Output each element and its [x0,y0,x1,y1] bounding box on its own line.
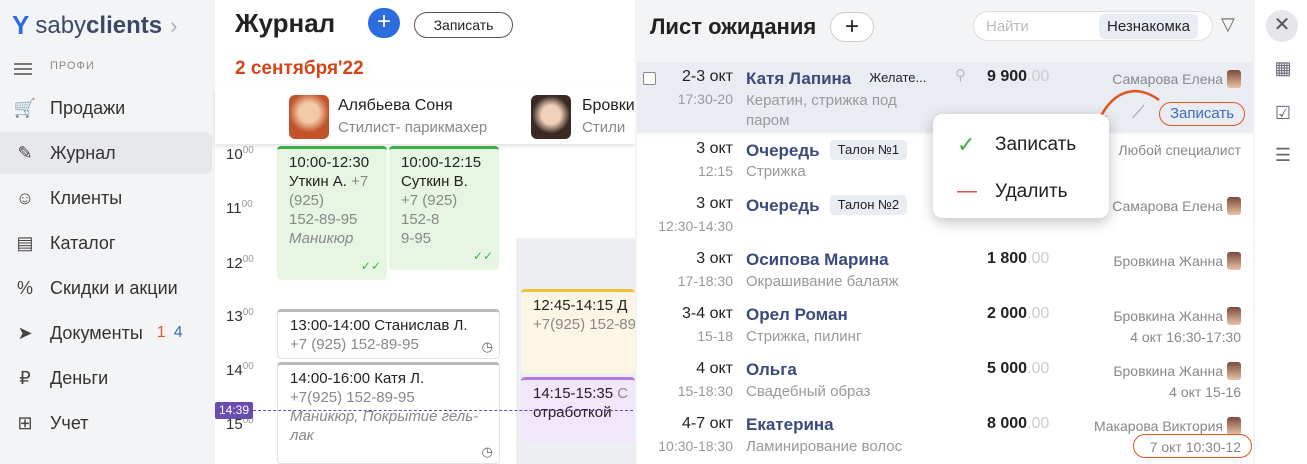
journal-icon: ✎ [17,142,33,163]
row-tag: Талон №1 [829,140,908,160]
specialist-avatar [1227,362,1241,380]
specialist-avatar[interactable] [289,95,329,139]
calendar-icon[interactable]: ▦ [1270,58,1296,80]
nav-item-clients[interactable]: ☺ Клиенты [0,177,212,219]
cart-icon: 🛒 [13,97,37,118]
page-title: Журнал [235,8,336,38]
specialist-avatar[interactable] [531,95,571,139]
discount-icon: % [16,277,33,298]
book-link[interactable]: Записать [1159,102,1245,126]
appointment-card[interactable]: 13:00-14:00 Станислав Л. +7 (925) 152-89… [277,309,500,359]
current-time-label: 14:39 [215,402,253,419]
hour-label: 1400 [226,361,254,379]
waiting-row[interactable]: 3 окт 17-18:30 Осипова Марина Окрашивани… [637,244,1253,299]
nav-item-money[interactable]: ₽ Деньги [0,357,212,399]
tasks-icon[interactable]: ☑ [1270,103,1296,125]
row-tag: Желате... [861,68,935,88]
hour-label: 1300 [226,307,254,325]
specialist-name[interactable]: Бровки [582,97,635,115]
specialist-avatar [1227,70,1241,88]
check-icon: ✓ [957,132,976,157]
filter-icon[interactable]: ▽ [1221,14,1235,35]
documents-badge-total: 4 [173,324,183,341]
specialist-avatar [1227,252,1241,270]
notes-icon[interactable]: ☰ [1270,145,1296,167]
clock-icon: ◷ [481,339,493,354]
add-waiting-button[interactable]: + [830,12,874,42]
current-time-line [253,410,633,411]
appointment-card[interactable]: 10:00-12:15 Суткин В. +7 (925) 152-8 9-9… [389,146,499,270]
nav-item-catalog[interactable]: ▤ Каталог [0,222,212,264]
appointment-card[interactable]: 10:00-12:30 Уткин А. +7 (925) 152-89-95 … [277,146,387,280]
accounting-icon: ⊞ [17,412,33,433]
specialist-avatar [1227,417,1241,435]
catalog-icon: ▤ [16,232,34,253]
appointment-card[interactable]: 14:00-16:00 Катя Л. +7(925) 152-89-95 Ма… [277,362,500,464]
book-button[interactable]: Записать [414,12,513,38]
menu-item-book[interactable]: ✓ Записать [957,132,1076,158]
journal-date[interactable]: 2 сентября'22 [235,58,364,80]
done-check-icon: ✓✓ [472,249,493,263]
waiting-row[interactable]: 3-4 окт 15-18 Орел Роман Стрижка, пилинг… [637,299,1253,354]
specialist-avatar [1227,197,1241,215]
slot-highlight [1133,434,1252,458]
hour-label: 1200 [226,254,254,272]
nav-item-journal[interactable]: ✎ Журнал [0,132,212,174]
documents-icon: ➤ [17,322,33,343]
money-icon: ₽ [19,367,31,388]
minus-icon: — [957,180,977,202]
logo-mark-icon: Y [12,10,30,40]
row-checkbox[interactable] [643,72,656,85]
clock-icon: ◷ [481,444,493,459]
documents-badge-new: 1 [156,324,166,341]
menu-item-delete[interactable]: — Удалить [957,180,1068,203]
specialists-header: Алябьева Соня Стилист- парикмахер Бровки… [215,88,635,144]
search-filter-tag[interactable]: Незнакомка [1099,14,1198,39]
row-tag: Талон №2 [829,195,908,215]
waiting-row[interactable]: 4 окт 15-18:30 Ольга Свадебный образ 5 0… [637,354,1253,409]
add-button[interactable]: + [368,8,400,38]
chevron-right-icon: › [170,12,178,38]
sidebar: Y sabyclients › ПРОФИ 🛒 Продажи ✎ Журнал ☺… [0,0,215,464]
row-action-menu: ✓ Записать — Удалить [933,114,1109,218]
hour-label: 1100 [226,199,253,217]
nav-item-accounting[interactable]: ⊞ Учет [0,402,212,444]
search-field[interactable]: Найти Незнакомка [973,11,1213,41]
pin-icon[interactable]: ⚲ [955,66,966,84]
close-button[interactable]: ✕ [1266,10,1298,42]
panel-title: Лист ожидания [650,14,817,39]
nav-item-documents[interactable]: ➤ Документы 1 4 [0,312,212,354]
specialist-name[interactable]: Алябьева Соня [338,97,453,115]
nav-item-sales[interactable]: 🛒 Продажи [0,87,212,129]
specialist-avatar [1227,307,1241,325]
app-logo[interactable]: Y sabyclients › [12,10,177,41]
clients-icon: ☺ [15,187,35,208]
appointment-card[interactable]: 12:45-14:15 Д +7(925) 152-89-95 [521,289,635,373]
specialist-role: Стили [582,119,626,136]
search-placeholder: Найти [986,18,1029,35]
nav-item-discounts[interactable]: % Скидки и акции [0,267,212,309]
specialist-role: Стилист- парикмахер [338,119,488,136]
menu-icon[interactable] [14,60,32,78]
done-check-icon: ✓✓ [360,259,381,273]
section-label: ПРОФИ [50,60,95,72]
hour-label: 1000 [226,145,254,163]
